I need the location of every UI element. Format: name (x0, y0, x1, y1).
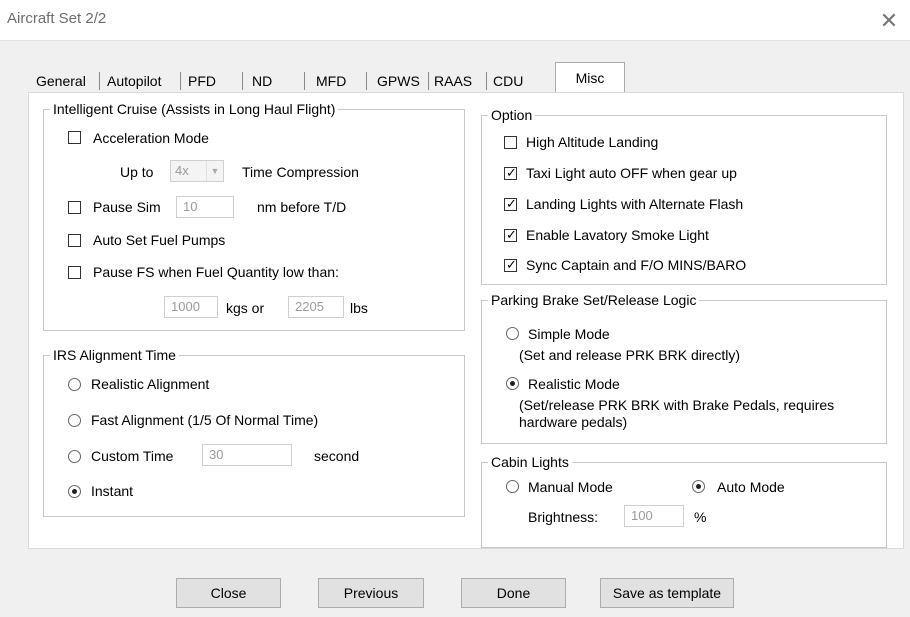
close-button[interactable]: Close (176, 578, 281, 608)
radio-selected-dot (696, 484, 701, 489)
fuel-lbs-field[interactable]: 2205 (288, 296, 344, 318)
parking-simple-label: Simple Mode (528, 326, 610, 342)
tab-autopilot[interactable]: Autopilot (107, 70, 161, 92)
misc-tab-panel: Intelligent Cruise (Assists in Long Haul… (28, 92, 904, 549)
tab-misc[interactable]: Misc (555, 62, 625, 93)
parking-realistic-desc-1: (Set/release PRK BRK with Brake Pedals, … (519, 397, 835, 413)
tab-mfd[interactable]: MFD (316, 70, 346, 92)
acceleration-mode-label: Acceleration Mode (93, 130, 209, 146)
cabin-manual-radio[interactable] (506, 480, 519, 493)
taxi-light-auto-off-label: Taxi Light auto OFF when gear up (526, 165, 737, 181)
title-bar: Aircraft Set 2/2 ✕ (0, 0, 910, 41)
option-group: Option High Altitude Landing ✓ Taxi Ligh… (481, 107, 887, 285)
acceleration-mode-checkbox[interactable] (68, 131, 81, 144)
tab-nd[interactable]: ND (252, 70, 272, 92)
previous-button[interactable]: Previous (318, 578, 424, 608)
tab-separator (486, 72, 487, 90)
parking-brake-group: Parking Brake Set/Release Logic Simple M… (481, 292, 887, 444)
save-as-template-button[interactable]: Save as template (600, 578, 734, 608)
tab-gpws[interactable]: GPWS (377, 70, 420, 92)
lavatory-smoke-light-checkbox[interactable]: ✓ (504, 227, 517, 242)
irs-fast-label: Fast Alignment (1/5 Of Normal Time) (91, 412, 319, 428)
auto-fuel-pumps-label: Auto Set Fuel Pumps (93, 232, 226, 248)
cabin-lights-group: Cabin Lights Manual Mode Auto Mode Brigh… (481, 454, 887, 548)
taxi-light-auto-off-checkbox[interactable]: ✓ (504, 165, 517, 180)
pause-fuel-checkbox[interactable] (68, 266, 81, 279)
time-compression-select[interactable]: 4x ▼ (170, 160, 224, 182)
done-button[interactable]: Done (461, 578, 566, 608)
radio-selected-dot (510, 381, 515, 386)
irs-alignment-legend: IRS Alignment Time (50, 347, 179, 363)
irs-custom-seconds-field[interactable]: 30 (202, 444, 292, 466)
parking-realistic-label: Realistic Mode (528, 376, 620, 392)
check-icon: ✓ (506, 227, 517, 242)
pause-fuel-label: Pause FS when Fuel Quantity low than: (93, 264, 339, 280)
check-icon: ✓ (506, 257, 517, 272)
radio-selected-dot (72, 489, 77, 494)
time-compression-label: Time Compression (242, 164, 359, 180)
brightness-field[interactable]: 100 (624, 505, 684, 527)
sync-mins-baro-checkbox[interactable]: ✓ (504, 257, 517, 272)
tab-separator (242, 72, 243, 90)
landing-lights-flash-checkbox[interactable]: ✓ (504, 196, 517, 211)
time-compression-value: 4x (175, 163, 189, 178)
irs-custom-suffix: second (314, 448, 360, 464)
check-icon: ✓ (506, 196, 517, 211)
cabin-auto-radio[interactable] (692, 480, 705, 493)
tab-raas[interactable]: RAAS (434, 70, 472, 92)
lavatory-smoke-light-label: Enable Lavatory Smoke Light (526, 227, 709, 243)
landing-lights-flash-label: Landing Lights with Alternate Flash (526, 196, 744, 212)
pause-sim-checkbox[interactable] (68, 201, 81, 214)
parking-realistic-radio[interactable] (506, 377, 519, 390)
high-altitude-landing-label: High Altitude Landing (526, 134, 659, 150)
brightness-unit: % (694, 509, 707, 525)
option-legend: Option (488, 107, 536, 123)
pause-sim-distance-field[interactable]: 10 (176, 196, 234, 218)
brightness-label: Brightness: (528, 509, 599, 525)
tab-separator (304, 72, 305, 90)
intelligent-cruise-group: Intelligent Cruise (Assists in Long Haul… (43, 101, 465, 331)
irs-custom-label: Custom Time (91, 448, 174, 464)
lbs-label: lbs (350, 300, 368, 316)
parking-brake-legend: Parking Brake Set/Release Logic (488, 292, 700, 308)
irs-instant-label: Instant (91, 483, 134, 499)
irs-realistic-radio[interactable] (68, 378, 81, 391)
pause-sim-suffix: nm before T/D (257, 199, 347, 215)
parking-realistic-desc-2: hardware pedals) (519, 414, 628, 430)
sync-mins-baro-label: Sync Captain and F/O MINS/BARO (526, 257, 747, 273)
cabin-manual-label: Manual Mode (528, 479, 613, 495)
auto-fuel-pumps-checkbox[interactable] (68, 234, 81, 247)
pause-sim-label: Pause Sim (93, 199, 161, 215)
up-to-label: Up to (120, 164, 154, 180)
irs-instant-radio[interactable] (68, 485, 81, 498)
tab-separator (99, 72, 100, 90)
fuel-kgs-field[interactable]: 1000 (164, 296, 218, 318)
high-altitude-landing-checkbox[interactable] (504, 136, 517, 149)
close-window-icon[interactable]: ✕ (878, 10, 900, 32)
cabin-auto-label: Auto Mode (717, 479, 785, 495)
irs-realistic-label: Realistic Alignment (91, 376, 210, 392)
chevron-down-icon: ▼ (206, 161, 223, 181)
irs-custom-radio[interactable] (68, 450, 81, 463)
parking-simple-desc: (Set and release PRK BRK directly) (519, 347, 740, 363)
tab-general[interactable]: General (36, 70, 86, 92)
irs-alignment-group: IRS Alignment Time Realistic Alignment F… (43, 347, 465, 517)
tab-pfd[interactable]: PFD (188, 70, 216, 92)
aircraft-set-dialog: Aircraft Set 2/2 ✕ General Autopilot PFD… (0, 0, 910, 617)
tab-separator (428, 72, 429, 90)
kgs-or-label: kgs or (226, 300, 265, 316)
irs-fast-radio[interactable] (68, 414, 81, 427)
check-icon: ✓ (506, 165, 517, 180)
intelligent-cruise-legend: Intelligent Cruise (Assists in Long Haul… (50, 101, 339, 117)
tab-separator (366, 72, 367, 90)
window-title: Aircraft Set 2/2 (7, 10, 107, 27)
parking-simple-radio[interactable] (506, 327, 519, 340)
cabin-lights-legend: Cabin Lights (488, 454, 572, 470)
tab-separator (180, 72, 181, 90)
tab-cdu[interactable]: CDU (493, 70, 523, 92)
